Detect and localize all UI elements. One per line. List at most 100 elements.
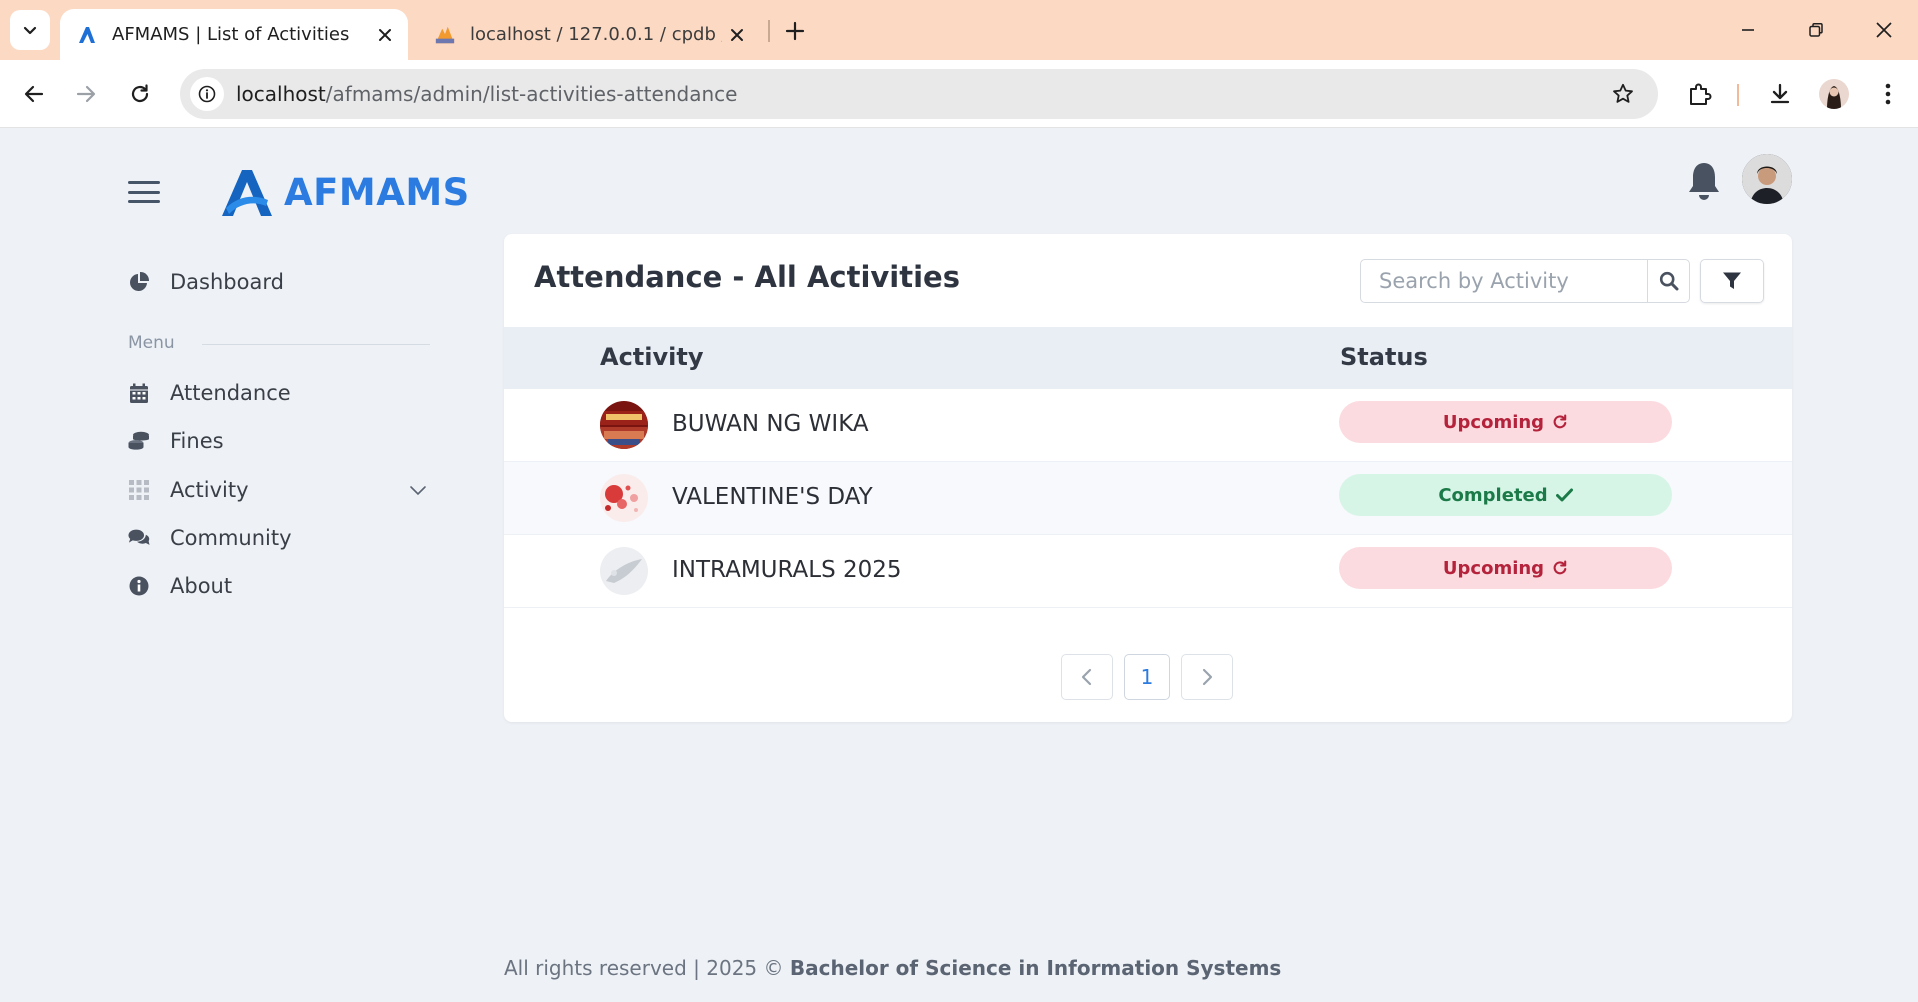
footer-org: Bachelor of Science in Information Syste… [789,956,1282,980]
sidebar-item-label: Attendance [170,381,291,405]
rotate-right-icon [1552,414,1568,430]
search-input[interactable] [1361,260,1647,302]
sidebar-item-label: Activity [170,478,249,502]
search-icon [1659,271,1678,291]
chevron-down-icon [23,26,37,35]
close-icon [1876,22,1892,38]
page-title: Attendance - All Activities [534,260,960,294]
toolbar-divider [1737,84,1739,106]
page-number-button[interactable]: 1 [1124,654,1170,700]
reload-icon [131,84,149,103]
filter-button[interactable] [1700,259,1764,303]
table-row[interactable]: VALENTINE'S DAY Completed [504,462,1792,535]
chevron-left-icon [1081,668,1092,686]
url-path: /afmams/admin/list-activities-attendance [325,82,738,106]
coins-icon [128,430,150,452]
column-header-activity: Activity [600,343,704,371]
brand-name: AFMAMS [284,170,470,214]
table-header: Activity Status [504,327,1792,389]
sidebar-toggle-button[interactable] [124,177,164,207]
arrow-right-icon [76,85,96,103]
afmams-logo-icon [222,170,272,216]
url-text[interactable]: localhost/afmams/admin/list-activities-a… [236,82,737,106]
sidebar-item-fines[interactable]: Fines [128,423,224,459]
profile-button[interactable] [1814,74,1854,114]
sidebar-item-dashboard[interactable]: Dashboard [128,264,284,300]
status-badge: Upcoming [1339,547,1672,589]
close-window-button[interactable] [1854,8,1914,52]
tab-title: AFMAMS | List of Activities [112,24,350,45]
tab-phpmyadmin[interactable]: localhost / 127.0.0.1 / cpdb / at [420,9,760,60]
activity-name: BUWAN NG WIKA [672,411,869,437]
footer-text: All rights reserved | 2025 © [504,956,790,980]
tab-title: localhost / 127.0.0.1 / cpdb / at [470,24,722,45]
reload-button[interactable] [120,74,160,114]
minimize-button[interactable] [1718,8,1778,52]
brand-logo[interactable]: AFMAMS [220,162,470,222]
puzzle-icon [1690,83,1712,105]
close-tab-icon[interactable] [370,20,400,50]
status-badge: Upcoming [1339,401,1672,443]
sidebar-item-label: About [170,574,233,598]
chevron-down-icon[interactable] [408,480,428,500]
chart-pie-icon [128,271,150,293]
address-bar[interactable]: localhost/afmams/admin/list-activities-a… [180,69,1658,119]
back-button[interactable] [14,74,54,114]
status-text: Upcoming [1442,411,1545,433]
menu-divider [202,344,430,345]
browser-tab-strip: AFMAMS | List of Activities localhost / … [0,0,1918,60]
search-group [1360,259,1690,303]
check-icon [1555,488,1573,502]
sidebar-item-activity[interactable]: Activity [128,472,249,508]
tab-afmams[interactable]: AFMAMS | List of Activities [60,9,408,60]
bookmark-star-icon[interactable] [1606,77,1640,111]
table-row[interactable]: INTRAMURALS 2025 Upcoming [504,535,1792,608]
restore-button[interactable] [1786,8,1846,52]
comments-icon [128,527,150,549]
extensions-button[interactable] [1680,74,1720,114]
sidebar-item-label: Community [170,526,292,550]
tab-search-button[interactable] [10,10,50,50]
url-host: localhost [236,82,326,106]
download-icon [1770,83,1790,104]
sidebar-item-label: Dashboard [170,270,284,294]
restore-icon [1809,23,1823,37]
activity-thumbnail [600,547,648,595]
column-header-status: Status [1340,343,1428,371]
downloads-button[interactable] [1760,74,1800,114]
sidebar-item-about[interactable]: About [128,568,232,604]
close-tab-icon[interactable] [722,20,752,50]
activity-thumbnail [600,474,648,522]
sidebar-item-attendance[interactable]: Attendance [128,375,291,411]
activity-thumbnail [600,401,648,449]
table-row[interactable]: BUWAN NG WIKA Upcoming [504,389,1792,462]
status-text: Completed [1438,484,1548,506]
rotate-right-icon [1552,560,1568,576]
prev-page-button[interactable] [1061,654,1113,700]
arrow-left-icon [24,85,44,103]
grid-icon [128,479,150,501]
profile-avatar [1819,79,1849,109]
status-text: Upcoming [1442,557,1545,579]
new-tab-button[interactable] [778,14,812,48]
notification-bell-icon[interactable] [1686,160,1722,202]
chevron-right-icon [1202,668,1213,686]
site-info-icon[interactable] [190,77,224,111]
plus-icon [785,21,805,41]
activity-name: VALENTINE'S DAY [672,484,873,510]
calendar-icon [128,382,150,404]
sidebar-item-label: Fines [170,429,224,453]
status-badge: Completed [1339,474,1672,516]
user-avatar[interactable] [1742,154,1792,204]
next-page-button[interactable] [1181,654,1233,700]
afmams-favicon-icon [76,24,98,46]
chrome-menu-button[interactable] [1868,74,1908,114]
forward-button[interactable] [66,74,106,114]
minimize-icon [1742,29,1754,31]
sidebar-item-community[interactable]: Community [128,520,292,556]
footer: All rights reserved | 2025 © Bachelor of… [504,956,1281,980]
filter-icon [1723,272,1741,289]
tab-divider [768,20,770,42]
menu-section-label: Menu [128,333,175,353]
search-button[interactable] [1647,260,1689,302]
